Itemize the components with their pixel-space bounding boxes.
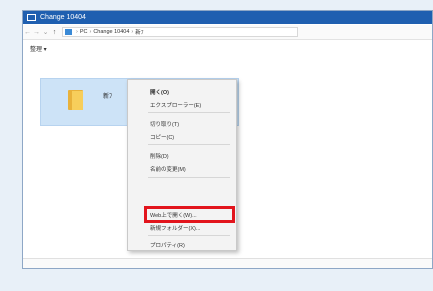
menu-item-rename[interactable]: 名前の変更(M) [150, 165, 186, 173]
breadcrumb-current[interactable]: 新ﾌ [135, 28, 143, 36]
menu-separator [148, 112, 230, 113]
highlight-box [144, 206, 235, 223]
menu-item-new-folder[interactable]: 新規フォルダー(X)... [150, 224, 200, 232]
menu-item-open[interactable]: 開く(O) [150, 88, 169, 96]
breadcrumb-separator: › [89, 29, 92, 35]
title-bar: Change 10404 [23, 11, 432, 24]
folder-icon [68, 90, 83, 110]
menu-item-properties[interactable]: プロパティ(R) [150, 241, 185, 249]
menu-separator [148, 177, 230, 178]
menu-item-delete[interactable]: 削除(D) [150, 152, 169, 160]
back-arrow-icon[interactable]: ← [23, 29, 32, 36]
navigation-bar: ← → ⌄ ↑ › PC › Change 10404 › 新ﾌ [23, 25, 432, 40]
pc-icon [65, 29, 72, 35]
window-icon [27, 14, 36, 21]
menu-item-cut[interactable]: 切り取り(T) [150, 120, 179, 128]
window-title: Change 10404 [40, 14, 86, 21]
context-menu: 開く(O) エクスプローラー(E) 切り取り(T) コピー(C) 削除(D) 名… [127, 79, 237, 251]
menu-separator [148, 144, 230, 145]
menu-separator [148, 235, 230, 236]
recent-dropdown-icon[interactable]: ⌄ [41, 28, 50, 36]
address-bar[interactable]: › PC › Change 10404 › 新ﾌ [62, 27, 298, 37]
breadcrumb-folder[interactable]: Change 10404 [93, 29, 129, 35]
breadcrumb-separator: › [131, 29, 134, 35]
menu-item-explorer[interactable]: エクスプローラー(E) [150, 101, 201, 109]
status-bar [23, 258, 432, 268]
breadcrumb-pc[interactable]: PC [80, 29, 88, 35]
menu-item-copy[interactable]: コピー(C) [150, 133, 174, 141]
up-arrow-icon[interactable]: ↑ [50, 29, 59, 36]
breadcrumb-separator: › [76, 29, 78, 35]
forward-arrow-icon[interactable]: → [32, 29, 41, 36]
organize-menu[interactable]: 整理 ▾ [30, 44, 47, 53]
folder-name: 新ﾌ [103, 94, 113, 100]
